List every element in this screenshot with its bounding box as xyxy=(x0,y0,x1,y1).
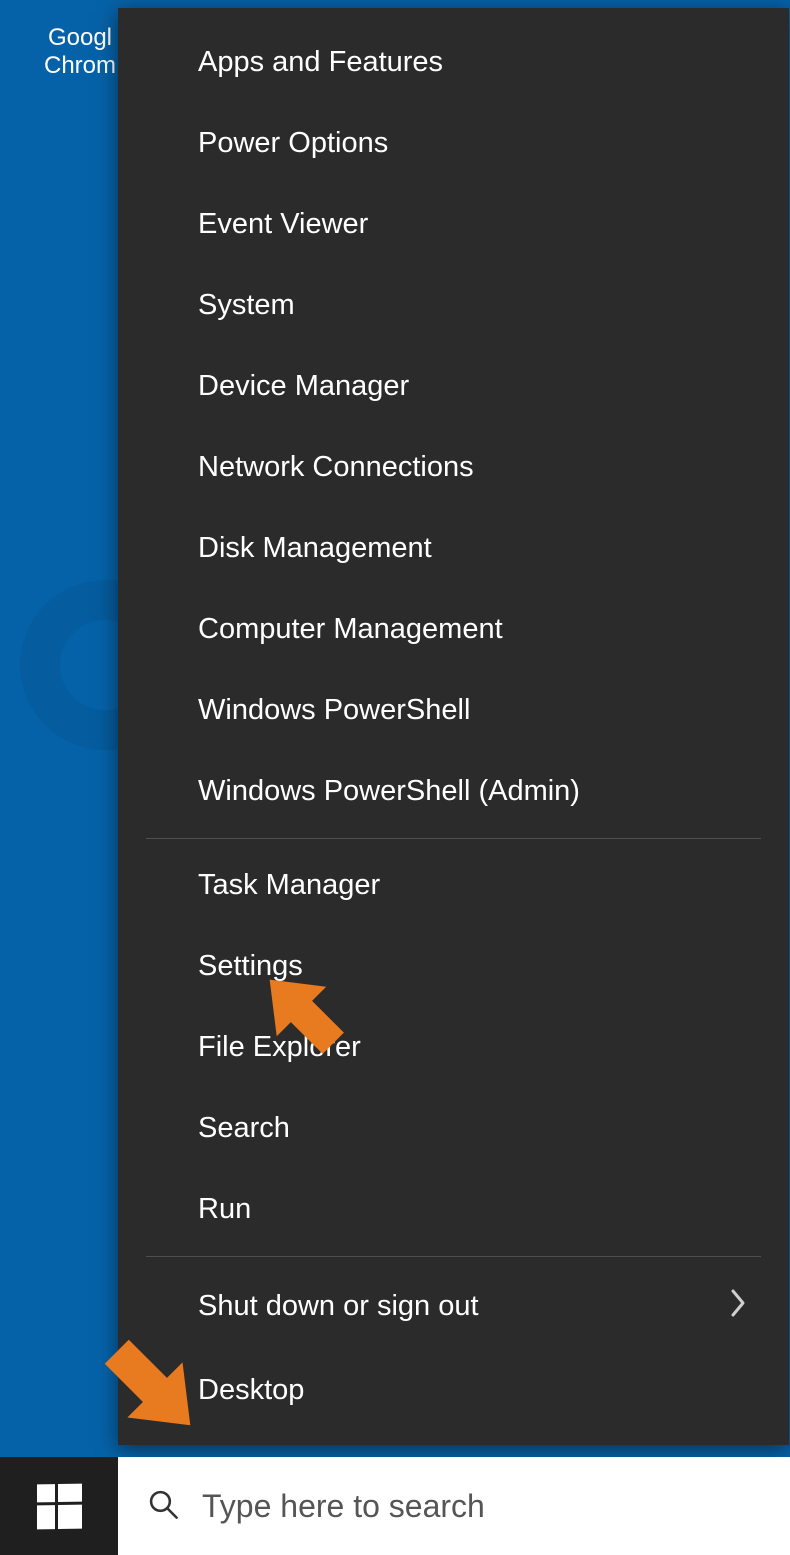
menu-item-settings[interactable]: Settings xyxy=(118,926,789,1007)
menu-item-computer-management[interactable]: Computer Management xyxy=(118,589,789,670)
menu-item-task-manager[interactable]: Task Manager xyxy=(118,845,789,926)
menu-item-label: System xyxy=(198,289,295,322)
windows-logo-icon xyxy=(37,1484,82,1529)
menu-item-label: Windows PowerShell (Admin) xyxy=(198,775,580,808)
menu-item-search[interactable]: Search xyxy=(118,1088,789,1169)
menu-item-file-explorer[interactable]: File Explorer xyxy=(118,1007,789,1088)
winx-context-menu: Apps and Features Power Options Event Vi… xyxy=(118,8,789,1445)
menu-item-label: Windows PowerShell xyxy=(198,694,470,727)
menu-item-power-options[interactable]: Power Options xyxy=(118,103,789,184)
taskbar xyxy=(0,1457,790,1555)
menu-separator xyxy=(146,1256,761,1257)
menu-item-shut-down-or-sign-out[interactable]: Shut down or sign out xyxy=(118,1263,789,1350)
menu-item-label: Apps and Features xyxy=(198,46,443,79)
menu-item-label: Computer Management xyxy=(198,613,503,646)
menu-item-network-connections[interactable]: Network Connections xyxy=(118,427,789,508)
menu-item-device-manager[interactable]: Device Manager xyxy=(118,346,789,427)
menu-item-system[interactable]: System xyxy=(118,265,789,346)
menu-item-windows-powershell[interactable]: Windows PowerShell xyxy=(118,670,789,751)
menu-item-run[interactable]: Run xyxy=(118,1169,789,1250)
menu-item-label: Device Manager xyxy=(198,370,409,403)
menu-item-label: Desktop xyxy=(198,1374,304,1407)
taskbar-search-box[interactable] xyxy=(118,1457,790,1555)
desktop-icon-label-line2: Chrom xyxy=(40,52,120,80)
desktop-icon-label-line1: Googl xyxy=(40,24,120,52)
menu-item-desktop[interactable]: Desktop xyxy=(118,1350,789,1431)
menu-item-label: File Explorer xyxy=(198,1031,361,1064)
menu-item-label: Search xyxy=(198,1112,290,1145)
menu-item-label: Disk Management xyxy=(198,532,432,565)
menu-item-disk-management[interactable]: Disk Management xyxy=(118,508,789,589)
start-button[interactable] xyxy=(0,1457,118,1555)
menu-item-event-viewer[interactable]: Event Viewer xyxy=(118,184,789,265)
taskbar-search-input[interactable] xyxy=(202,1488,762,1525)
menu-item-label: Run xyxy=(198,1193,251,1226)
menu-separator xyxy=(146,838,761,839)
desktop-icon-chrome[interactable]: Googl Chrom xyxy=(40,24,120,80)
search-icon xyxy=(146,1487,180,1526)
menu-item-windows-powershell-admin[interactable]: Windows PowerShell (Admin) xyxy=(118,751,789,832)
menu-item-label: Power Options xyxy=(198,127,388,160)
menu-item-label: Event Viewer xyxy=(198,208,368,241)
menu-item-apps-and-features[interactable]: Apps and Features xyxy=(118,22,789,103)
menu-item-label: Network Connections xyxy=(198,451,474,484)
menu-item-label: Task Manager xyxy=(198,869,380,902)
chevron-right-icon xyxy=(729,1287,749,1326)
menu-item-label: Shut down or sign out xyxy=(198,1290,479,1323)
menu-item-label: Settings xyxy=(198,950,303,983)
